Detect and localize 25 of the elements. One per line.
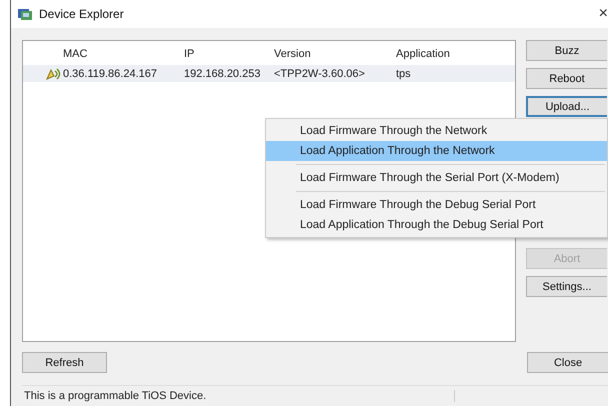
column-header[interactable]: Version (274, 48, 396, 60)
column-header[interactable]: MAC (63, 48, 184, 60)
table-cell-text: <TPP2W-3.60.06> (274, 68, 366, 80)
refresh-button[interactable]: Refresh (22, 352, 107, 373)
side-button[interactable]: Reboot (526, 68, 607, 89)
menu-item[interactable]: Load Firmware Through the Serial Port (X-Modem) (266, 168, 607, 188)
app-icon (17, 7, 33, 21)
column-header[interactable]: IP (184, 48, 274, 60)
column-header[interactable]: Application (396, 48, 516, 60)
side-button[interactable]: Settings... (526, 276, 607, 297)
device-icon (45, 66, 61, 80)
window-title: Device Explorer (39, 7, 125, 21)
side-button[interactable]: Buzz (526, 40, 607, 61)
side-button[interactable]: Upload... (526, 96, 607, 117)
close-button[interactable]: Close (527, 352, 608, 373)
table-cell-text: 192.168.20.253 (184, 68, 262, 80)
device-row[interactable]: 0.36.119.86.24.167 192.168.20.253 <TPP2W-3.60.06> tps (23, 65, 515, 82)
menu-item[interactable]: Load Firmware Through the Debug Serial Port (266, 195, 607, 215)
menu-item[interactable]: Load Application Through the Network (266, 141, 607, 161)
close-icon[interactable]: × (594, 5, 608, 23)
menu-item[interactable]: Load Firmware Through the Network (266, 121, 607, 141)
table-cell-text: tps (396, 68, 412, 80)
menu-item[interactable]: Load Application Through the Debug Serial Port (266, 215, 607, 235)
table-cell-text: 0.36.119.86.24.167 (63, 68, 158, 80)
status-text: This is a programmable TiOS Device. (22, 390, 455, 402)
